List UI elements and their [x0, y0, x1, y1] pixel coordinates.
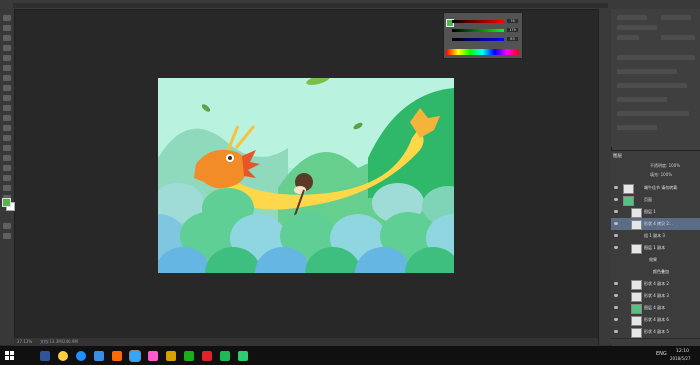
blur-tool-icon[interactable]	[3, 135, 11, 141]
layer-name: 图层 1	[644, 209, 656, 214]
layer-name: 形状 4 副本 3	[644, 293, 669, 298]
language-indicator[interactable]: ENG	[656, 351, 667, 357]
type-tool-icon[interactable]	[3, 165, 11, 171]
horizontal-ruler	[13, 3, 608, 8]
taskbar-app-icon[interactable]	[220, 351, 230, 361]
layer-thumbnail	[631, 208, 642, 218]
path-select-tool-icon[interactable]	[3, 175, 11, 181]
taskbar-app-icon[interactable]	[202, 351, 212, 361]
visibility-eye-icon[interactable]	[614, 186, 618, 189]
marquee-tool-icon[interactable]	[3, 25, 11, 31]
layer-name: 图层 4 副本	[644, 305, 666, 310]
visibility-eye-icon[interactable]	[614, 306, 618, 309]
visibility-eye-icon[interactable]	[614, 294, 618, 297]
visibility-eye-icon[interactable]	[614, 198, 618, 201]
visibility-eye-icon[interactable]	[614, 330, 618, 333]
history-brush-tool-icon[interactable]	[3, 105, 11, 111]
stamp-tool-icon[interactable]	[3, 95, 11, 101]
taskbar-app-icon[interactable]	[76, 351, 86, 361]
layer-name: 图层 1 副本	[644, 245, 666, 250]
layer-thumbnail	[631, 292, 642, 302]
layer-name: 形状 4 副本 6	[644, 317, 669, 322]
quick-mask-icon[interactable]	[3, 223, 11, 229]
windows-taskbar	[0, 346, 700, 365]
opacity-label[interactable]: 不透明度: 100%	[650, 163, 680, 169]
clock-time[interactable]: 12:10	[676, 349, 689, 354]
fill-label[interactable]: 填充: 100%	[650, 172, 672, 178]
pen-tool-icon[interactable]	[3, 155, 11, 161]
layer-effects-label: 效果	[649, 257, 657, 262]
color-panel: 76 179 83	[443, 12, 523, 59]
crop-tool-icon[interactable]	[3, 55, 11, 61]
foreground-color-swatch[interactable]	[2, 198, 11, 207]
taskbar-app-icon[interactable]	[238, 351, 248, 361]
layer-thumbnail	[631, 328, 642, 338]
layer-thumbnail	[631, 280, 642, 290]
blue-value[interactable]: 83	[507, 37, 518, 41]
layer-thumbnail	[631, 244, 642, 254]
visibility-eye-icon[interactable]	[614, 318, 618, 321]
properties-panel	[611, 9, 700, 147]
blue-slider[interactable]	[452, 38, 504, 41]
layer-thumbnail	[631, 316, 642, 326]
move-tool-icon[interactable]	[3, 15, 11, 21]
clock-date[interactable]: 2018/5/27	[670, 356, 691, 361]
layer-thumbnail	[631, 304, 642, 314]
visibility-eye-icon[interactable]	[614, 246, 618, 249]
visibility-eye-icon[interactable]	[614, 282, 618, 285]
layer-thumbnail	[623, 184, 634, 194]
document-canvas[interactable]	[158, 78, 454, 273]
brush-tool-icon[interactable]	[3, 85, 11, 91]
taskbar-app-icon[interactable]	[148, 351, 158, 361]
dodge-tool-icon[interactable]	[3, 145, 11, 151]
screen-mode-icon[interactable]	[3, 233, 11, 239]
layer-name: 形状 4 副本 5	[644, 329, 669, 334]
shape-tool-icon[interactable]	[3, 185, 11, 191]
red-value[interactable]: 76	[507, 19, 518, 23]
windows-start-icon[interactable]	[5, 351, 14, 360]
taskbar-app-icon[interactable]	[58, 351, 68, 361]
quick-select-tool-icon[interactable]	[3, 45, 11, 51]
layer-row[interactable]: 形状 4 副本 5	[611, 326, 700, 339]
tools-panel	[0, 9, 15, 345]
layer-thumbnail	[623, 196, 634, 206]
visibility-eye-icon[interactable]	[614, 234, 618, 237]
visibility-eye-icon[interactable]	[614, 222, 618, 225]
layer-effect-name: 颜色叠加	[653, 269, 669, 274]
status-bar: 27.13% 文档:13.3M/246.9M	[14, 338, 610, 346]
layers-tab[interactable]: 图层	[613, 153, 622, 159]
taskbar-app-icon[interactable]	[184, 351, 194, 361]
gradient-tool-icon[interactable]	[3, 125, 11, 131]
taskbar-app-icon[interactable]	[40, 351, 50, 361]
document-size-readout: 文档:13.3M/246.9M	[40, 339, 78, 344]
visibility-eye-icon[interactable]	[614, 210, 618, 213]
layer-thumbnail	[631, 220, 642, 230]
healing-tool-icon[interactable]	[3, 75, 11, 81]
zoom-readout: 27.13%	[17, 339, 33, 344]
layer-name: 页面	[644, 197, 652, 202]
eyedropper-tool-icon[interactable]	[3, 65, 11, 71]
lasso-tool-icon[interactable]	[3, 35, 11, 41]
green-slider[interactable]	[452, 29, 504, 32]
layer-name: 形状 4 拷贝 2...	[644, 221, 673, 226]
taskbar-app-icon[interactable]	[94, 351, 104, 361]
layer-name: 形状 4 副本 2	[644, 281, 669, 286]
red-slider[interactable]	[452, 20, 504, 23]
photoshop-taskbar-icon[interactable]	[129, 350, 141, 362]
layer-name: 组 1 副本 3	[644, 233, 665, 238]
taskbar-app-icon[interactable]	[112, 351, 122, 361]
eraser-tool-icon[interactable]	[3, 115, 11, 121]
panel-icon-strip	[598, 9, 611, 345]
green-value[interactable]: 179	[507, 28, 518, 32]
dragon-boat-illustration	[158, 78, 454, 273]
taskbar-app-icon[interactable]	[166, 351, 176, 361]
color-spectrum-bar[interactable]	[446, 49, 519, 55]
layer-name: 端午佳节 请勿转载	[644, 185, 678, 190]
